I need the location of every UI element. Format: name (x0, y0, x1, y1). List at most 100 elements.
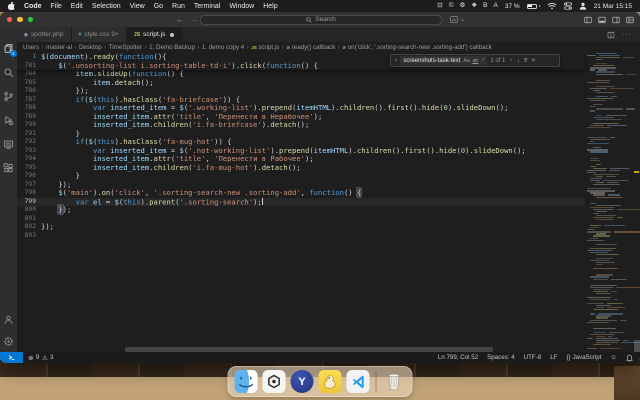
more-actions-icon[interactable]: ··· (622, 31, 632, 38)
dock-finder-icon[interactable] (234, 370, 258, 393)
breadcrumb-item[interactable]: Users (23, 44, 39, 51)
menu-item-view[interactable]: View (130, 3, 145, 10)
extensions-icon[interactable] (3, 163, 15, 175)
breadcrumb-item[interactable]: master-al (46, 44, 72, 51)
code-line[interactable]: 802}); (17, 222, 585, 232)
navigate-forward-icon[interactable]: → (190, 15, 198, 24)
search-view-icon[interactable] (3, 67, 15, 79)
dock-vscode-icon[interactable] (346, 370, 370, 393)
previous-match-icon[interactable]: ↑ (509, 57, 512, 64)
toggle-primary-sidebar-icon[interactable] (584, 16, 592, 24)
tab-spotter.php[interactable]: ◆ spotter.php (17, 27, 72, 42)
navigate-back-icon[interactable]: ← (176, 15, 184, 24)
settings-gear-icon[interactable] (3, 336, 15, 348)
breadcrumb-item[interactable]: ⊘ on('click', '.sorting-search-new .sorti… (342, 44, 491, 51)
remote-indicator[interactable] (0, 352, 23, 363)
next-match-icon[interactable]: ↓ (517, 57, 520, 64)
customize-layout-icon[interactable] (626, 16, 634, 24)
breadcrumb-item[interactable]: JS script.js (251, 44, 279, 51)
gear-icon[interactable]: ⚙ (460, 0, 466, 12)
source-control-icon[interactable] (3, 91, 15, 103)
line-number[interactable]: 788 (17, 104, 41, 113)
breadcrumb-item[interactable]: TimeSpotter (109, 44, 142, 51)
menu-item-selection[interactable]: Selection (92, 3, 121, 10)
line-number[interactable]: 794 (17, 155, 41, 164)
line-number[interactable]: 791 (17, 130, 41, 139)
menu-item-window[interactable]: Window (229, 3, 254, 10)
close-window-button[interactable] (7, 17, 13, 23)
dock-trash-icon[interactable] (383, 370, 406, 393)
copyright-icon[interactable]: © (449, 0, 454, 12)
find-in-selection-icon[interactable]: ≡ (524, 57, 528, 64)
line-number[interactable]: 787 (17, 96, 41, 105)
code-line[interactable]: 800 }); (17, 205, 585, 215)
user-account-icon[interactable] (579, 2, 587, 10)
line-number[interactable]: 797 (17, 181, 41, 190)
dock-chatgpt-icon[interactable] (262, 370, 286, 393)
command-center-search[interactable]: Search (200, 15, 442, 25)
breadcrumb-item[interactable]: 1. Demo Backup (149, 44, 195, 51)
lock-icon[interactable]: ⊡ (437, 0, 442, 12)
remote-explorer-icon[interactable] (3, 139, 15, 151)
line-number[interactable]: 796 (17, 172, 41, 181)
close-find-icon[interactable]: × (531, 57, 535, 64)
menu-item-code[interactable]: Code (24, 3, 42, 10)
regex-toggle[interactable]: .* (481, 58, 485, 64)
line-number[interactable]: 793 (17, 147, 41, 156)
line-number[interactable]: 803 (17, 232, 41, 241)
wifi-icon[interactable] (547, 2, 557, 10)
line-number[interactable]: 792 (17, 138, 41, 147)
minimap[interactable] (585, 53, 640, 352)
line-number[interactable]: 789 (17, 113, 41, 122)
indentation-status[interactable]: Spaces: 4 (487, 354, 515, 361)
toggle-secondary-sidebar-icon[interactable] (612, 16, 620, 24)
menu-item-go[interactable]: Go (154, 3, 163, 10)
language-mode-status[interactable]: {} JavaScript (566, 354, 601, 361)
dock-yandex-icon[interactable]: Y (290, 370, 314, 393)
find-input[interactable]: screenshots-task-text Aa ab .* (400, 55, 488, 66)
eol-status[interactable]: LF (550, 354, 557, 361)
line-number[interactable]: 802 (17, 223, 41, 232)
menu-item-terminal[interactable]: Terminal (194, 3, 220, 10)
dock-cyberduck-icon[interactable] (318, 370, 342, 393)
line-number[interactable]: 785 (17, 79, 41, 88)
line-number[interactable]: 786 (17, 87, 41, 96)
breadcrumb-item[interactable]: ⊘ ready() callback (286, 44, 335, 51)
line-number[interactable]: 801 (17, 215, 41, 224)
menubar-clock[interactable]: 21 Mar 15:15 (594, 3, 632, 10)
minimize-window-button[interactable] (17, 17, 23, 23)
code-line[interactable]: 803 (17, 232, 585, 241)
line-number[interactable]: 1 (17, 53, 41, 62)
accounts-icon[interactable] (3, 314, 15, 326)
notifications-bell-icon[interactable] (626, 354, 633, 362)
modified-dot-icon[interactable] (170, 32, 175, 37)
menu-item-run[interactable]: Run (172, 3, 185, 10)
toggle-replace-chevron-icon[interactable]: › (395, 57, 397, 64)
zoom-window-button[interactable] (27, 17, 34, 23)
line-number[interactable]: 800 (17, 206, 41, 215)
line-number[interactable]: 784 (17, 70, 41, 79)
input-source-icon[interactable]: A (494, 0, 498, 12)
problems-indicator[interactable]: ⊗ 9 ⚠ 3 (28, 354, 54, 362)
vertical-scrollbar[interactable] (633, 53, 640, 352)
code-line[interactable]: 795 inserted_item.children('i.fa-mug-hot… (17, 163, 585, 173)
code-editor[interactable]: 1 $(document).ready(function(){781 $('.un… (17, 53, 640, 352)
vertical-scrollbar-slider[interactable] (633, 340, 640, 352)
breadcrumb-item[interactable]: Desktop (79, 44, 102, 51)
explorer-icon[interactable]: 1 (3, 43, 17, 57)
toggle-panel-icon[interactable] (598, 16, 606, 24)
code-line[interactable]: 796 } (17, 171, 585, 181)
encoding-status[interactable]: UTF-8 (524, 354, 542, 361)
letter-b-icon[interactable]: B (483, 0, 487, 12)
apple-menu-icon[interactable] (8, 2, 17, 10)
tab-style.css[interactable]: # style.css 9+ (71, 27, 127, 42)
line-number[interactable]: 790 (17, 121, 41, 130)
code-line[interactable]: 799 var el = $(this).parent('.sorting-se… (17, 197, 585, 206)
code-line[interactable]: 801 (17, 215, 585, 224)
code-line[interactable]: 790 inserted_item.children('i.fa-briefca… (17, 120, 585, 130)
run-debug-icon[interactable] (3, 115, 15, 127)
line-number[interactable]: 781 (17, 62, 41, 71)
paw-icon[interactable]: ❖ (471, 0, 477, 12)
feedback-icon[interactable]: ☺ (610, 354, 617, 361)
menu-item-file[interactable]: File (51, 3, 62, 10)
